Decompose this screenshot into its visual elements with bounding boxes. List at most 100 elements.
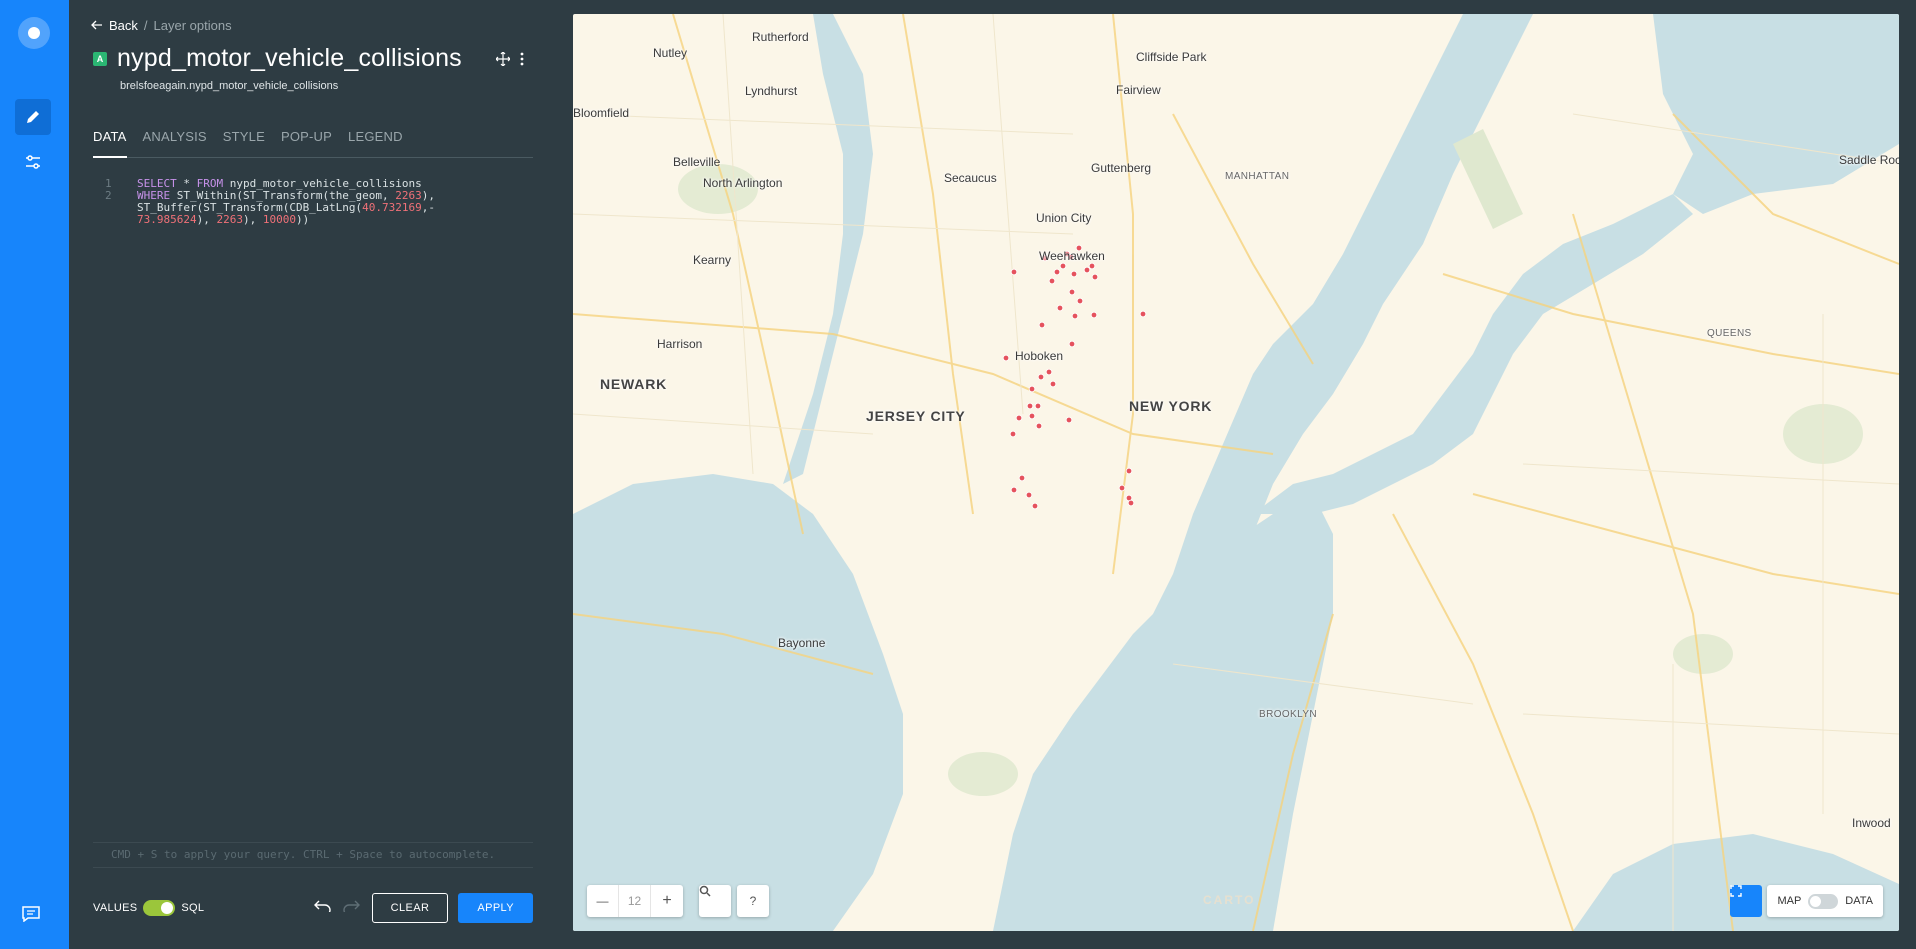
collision-point[interactable]	[1127, 499, 1135, 507]
values-sql-toggle[interactable]	[143, 900, 176, 916]
carto-logo-icon[interactable]	[18, 17, 50, 49]
collision-point[interactable]	[1009, 430, 1017, 438]
layer-title[interactable]: nypd_motor_vehicle_collisions	[117, 44, 462, 73]
zoom-level: 12	[619, 885, 651, 917]
collision-points	[1002, 244, 1147, 510]
collision-point[interactable]	[1056, 304, 1064, 312]
tab-style[interactable]: STYLE	[223, 128, 265, 158]
layer-tabs: DATA ANALYSIS STYLE POP-UP LEGEND	[93, 128, 533, 158]
zoom-control: — 12 +	[587, 885, 683, 917]
map-place-label: Kearny	[693, 253, 732, 267]
breadcrumb-current: Layer options	[153, 18, 232, 33]
collision-point[interactable]	[1034, 402, 1042, 410]
map-place-label: Fairview	[1116, 83, 1161, 97]
values-label: VALUES	[93, 902, 138, 914]
collision-point[interactable]	[1038, 321, 1046, 329]
breadcrumb-separator: /	[143, 18, 148, 33]
collision-point[interactable]	[1002, 354, 1010, 362]
collision-point[interactable]	[1031, 502, 1039, 510]
apply-button[interactable]: APPLY	[458, 893, 533, 923]
collision-point[interactable]	[1015, 414, 1023, 422]
map-place-label: Cliffside Park	[1136, 50, 1207, 64]
more-options-icon[interactable]	[520, 52, 524, 71]
collision-point[interactable]	[1125, 467, 1133, 475]
panel-footer: VALUES SQL CLEAR APPLY	[93, 893, 533, 923]
undo-icon[interactable]	[313, 899, 332, 917]
data-label: DATA	[1845, 895, 1873, 907]
map-place-label: Lyndhurst	[745, 84, 798, 98]
collision-point[interactable]	[1088, 262, 1096, 270]
collision-point[interactable]	[1059, 262, 1067, 270]
layer-source-table: brelsfoeagain.nypd_motor_vehicle_collisi…	[120, 80, 339, 92]
chat-icon[interactable]	[22, 906, 40, 927]
collision-point[interactable]	[1070, 270, 1078, 278]
collision-point[interactable]	[1045, 368, 1053, 376]
map-data-toggle[interactable]	[1808, 893, 1839, 909]
collision-point[interactable]	[1048, 277, 1056, 285]
collision-point[interactable]	[1025, 491, 1033, 499]
collision-point[interactable]	[1068, 340, 1076, 348]
fullscreen-icon[interactable]	[1730, 885, 1762, 917]
sliders-icon[interactable]	[15, 144, 51, 180]
long-island-sound	[1653, 14, 1899, 214]
map-place-label: Inwood	[1852, 816, 1891, 830]
pencil-icon[interactable]	[15, 99, 51, 135]
layer-options-panel: Back / Layer options A nypd_motor_vehicl…	[69, 0, 557, 949]
central-park	[1453, 129, 1523, 229]
collision-point[interactable]	[1028, 385, 1036, 393]
sql-label: SQL	[181, 902, 205, 914]
collision-point[interactable]	[1090, 311, 1098, 319]
map-place-label: Bayonne	[778, 636, 826, 650]
collision-point[interactable]	[1065, 416, 1073, 424]
breadcrumb: Back / Layer options	[91, 18, 232, 33]
collision-point[interactable]	[1071, 312, 1079, 320]
map-place-label: Harrison	[657, 337, 703, 351]
map-place-label: JERSEY CITY	[866, 408, 966, 424]
collision-point[interactable]	[1037, 373, 1045, 381]
help-button[interactable]: ?	[737, 885, 769, 917]
tab-analysis[interactable]: ANALYSIS	[143, 128, 207, 158]
clear-button[interactable]: CLEAR	[371, 893, 449, 923]
tab-data[interactable]: DATA	[93, 128, 127, 158]
map-place-label: Belleville	[673, 155, 721, 169]
editor-hint: CMD + S to apply your query. CTRL + Spac…	[93, 842, 533, 868]
back-arrow-icon[interactable]	[91, 18, 103, 33]
collision-point[interactable]	[1049, 380, 1057, 388]
map-place-label: NEWARK	[600, 376, 668, 392]
collision-point[interactable]	[1018, 474, 1026, 482]
map-place-label: Nutley	[653, 46, 688, 60]
redo-icon[interactable]	[342, 899, 360, 917]
map-data-switch[interactable]: MAP DATA	[1767, 885, 1883, 917]
map-place-label: Hoboken	[1015, 349, 1064, 363]
search-icon[interactable]	[699, 885, 731, 917]
collision-point[interactable]	[1083, 266, 1091, 274]
map-place-label: BROOKLYN	[1259, 709, 1318, 720]
collision-point[interactable]	[1076, 297, 1084, 305]
zoom-out-button[interactable]: —	[587, 885, 619, 917]
collision-point[interactable]	[1010, 268, 1018, 276]
collision-point[interactable]	[1010, 486, 1018, 494]
zoom-in-button[interactable]: +	[651, 885, 683, 917]
tab-legend[interactable]: LEGEND	[348, 128, 403, 158]
collision-point[interactable]	[1118, 484, 1126, 492]
collision-point[interactable]	[1068, 288, 1076, 296]
collision-point[interactable]	[1139, 310, 1147, 318]
map-place-label: NEW YORK	[1129, 398, 1213, 414]
collision-point[interactable]	[1028, 412, 1036, 420]
sql-query-text[interactable]: SELECT * FROM nypd_motor_vehicle_collisi…	[137, 178, 507, 226]
collision-point[interactable]	[1035, 422, 1043, 430]
collision-point[interactable]	[1026, 402, 1034, 410]
layer-header-actions	[495, 51, 524, 71]
map-place-label: North Arlington	[703, 176, 783, 190]
map-view[interactable]: Rutherford Nutley Cliffside Park Lyndhur…	[573, 14, 1899, 931]
line-number: 2	[105, 189, 112, 202]
carto-attribution: CARTO	[1203, 893, 1256, 907]
map-place-label: Saddle Rock	[1839, 153, 1899, 167]
collision-point[interactable]	[1091, 273, 1099, 281]
back-link[interactable]: Back	[109, 18, 138, 33]
move-icon[interactable]	[495, 51, 511, 71]
layer-letter-badge: A	[93, 51, 107, 66]
map-place-label: Secaucus	[944, 171, 997, 185]
tab-popup[interactable]: POP-UP	[281, 128, 332, 158]
collision-point[interactable]	[1053, 268, 1061, 276]
